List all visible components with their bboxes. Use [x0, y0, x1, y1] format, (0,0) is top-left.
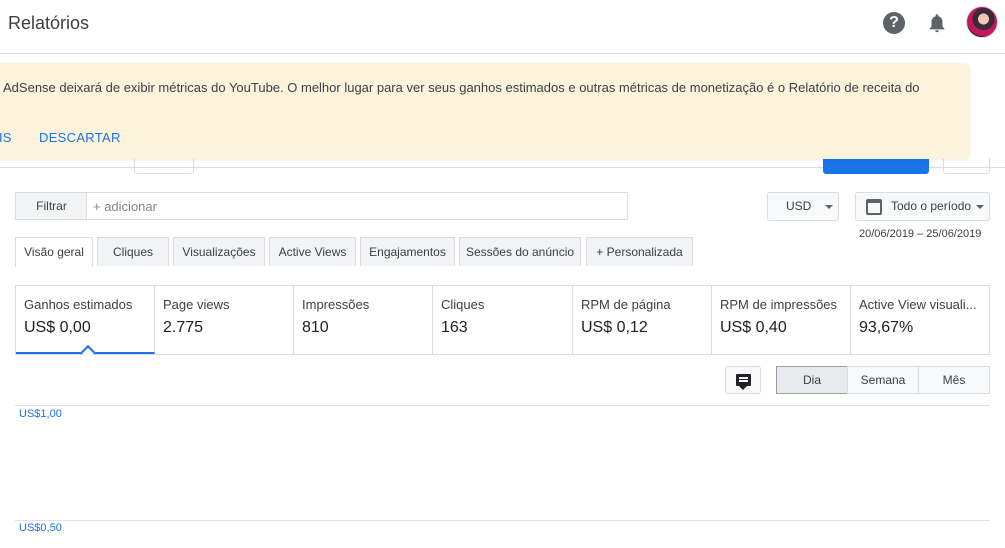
- metric-page-views[interactable]: Page views 2.775: [155, 286, 294, 354]
- metric-label: RPM de impressões: [720, 297, 838, 312]
- tab-clicks[interactable]: Cliques: [97, 237, 169, 266]
- filter-input[interactable]: + adicionar: [86, 192, 628, 220]
- metric-label: RPM de página: [581, 297, 671, 312]
- toolbar-button[interactable]: [134, 158, 194, 174]
- metric-value: US$ 0,40: [720, 319, 787, 336]
- account-avatar[interactable]: [966, 6, 998, 38]
- granularity-day-button[interactable]: Dia: [776, 366, 848, 394]
- chart-gridline: [15, 520, 990, 521]
- metric-active-view[interactable]: Active View visuali... 93,67%: [851, 286, 989, 354]
- metric-label: Ganhos estimados: [24, 297, 133, 312]
- metric-impression-rpm[interactable]: RPM de impressões US$ 0,40: [712, 286, 851, 354]
- date-range-text: 20/06/2019 – 25/06/2019: [859, 228, 982, 240]
- chart-y-axis-label: US$0,50: [19, 522, 62, 534]
- date-range-select[interactable]: Todo o período: [855, 192, 990, 221]
- currency-value: USD: [786, 199, 812, 213]
- tab-custom[interactable]: + Personalizada: [586, 237, 693, 266]
- page-title: Relatórios: [8, 13, 90, 33]
- metric-value: 163: [441, 319, 468, 336]
- learn-more-link[interactable]: AIS: [0, 130, 12, 145]
- metric-page-rpm[interactable]: RPM de página US$ 0,12: [573, 286, 712, 354]
- primary-action-button[interactable]: [823, 158, 929, 174]
- currency-select[interactable]: USD: [767, 192, 839, 221]
- tab-active-views[interactable]: Active Views: [269, 237, 356, 266]
- toolbar-menu-button[interactable]: [943, 158, 990, 174]
- filter-label[interactable]: Filtrar: [15, 192, 87, 220]
- chevron-down-icon: [825, 205, 833, 209]
- metric-clicks[interactable]: Cliques 163: [433, 286, 573, 354]
- metric-value: US$ 0,00: [24, 319, 91, 336]
- date-range-label: Todo o período: [891, 199, 972, 213]
- metric-label: Cliques: [441, 297, 485, 312]
- metric-label: Active View visuali...: [859, 297, 977, 312]
- annotations-button[interactable]: [725, 366, 761, 394]
- chevron-down-icon: [976, 205, 984, 209]
- metric-value: US$ 0,12: [581, 319, 648, 336]
- help-icon[interactable]: ?: [883, 12, 905, 34]
- top-app-bar: Relatórios ?: [0, 0, 1005, 54]
- tab-ad-sessions[interactable]: Sessões do anúncio: [459, 237, 581, 266]
- tab-engagements[interactable]: Engajamentos: [360, 237, 455, 266]
- tab-views[interactable]: Visualizações: [173, 237, 265, 266]
- banner-message: le AdSense deixará de exibir métricas do…: [0, 80, 920, 95]
- selection-indicator: [80, 344, 96, 360]
- granularity-week-button[interactable]: Semana: [847, 366, 919, 394]
- metric-estimated-earnings[interactable]: Ganhos estimados US$ 0,00: [16, 286, 155, 360]
- metric-impressions[interactable]: Impressões 810: [294, 286, 433, 354]
- chart-gridline: [15, 405, 990, 406]
- metric-value: 810: [302, 319, 329, 336]
- granularity-month-button[interactable]: Mês: [918, 366, 990, 394]
- comment-icon: [736, 374, 751, 390]
- metric-value: 2.775: [163, 319, 204, 336]
- metric-label: Impressões: [302, 297, 370, 312]
- chart-y-axis-label: US$1,00: [19, 408, 62, 420]
- metric-label: Page views: [163, 297, 230, 312]
- metrics-scorecard: Ganhos estimados US$ 0,00 Page views 2.7…: [15, 285, 990, 360]
- notifications-bell-icon[interactable]: [926, 11, 948, 35]
- calendar-icon: [866, 199, 882, 215]
- dismiss-button[interactable]: DESCARTAR: [39, 130, 121, 145]
- notice-banner: le AdSense deixará de exibir métricas do…: [0, 63, 970, 159]
- metric-value: 93,67%: [859, 319, 914, 336]
- tab-overview[interactable]: Visão geral: [15, 237, 93, 267]
